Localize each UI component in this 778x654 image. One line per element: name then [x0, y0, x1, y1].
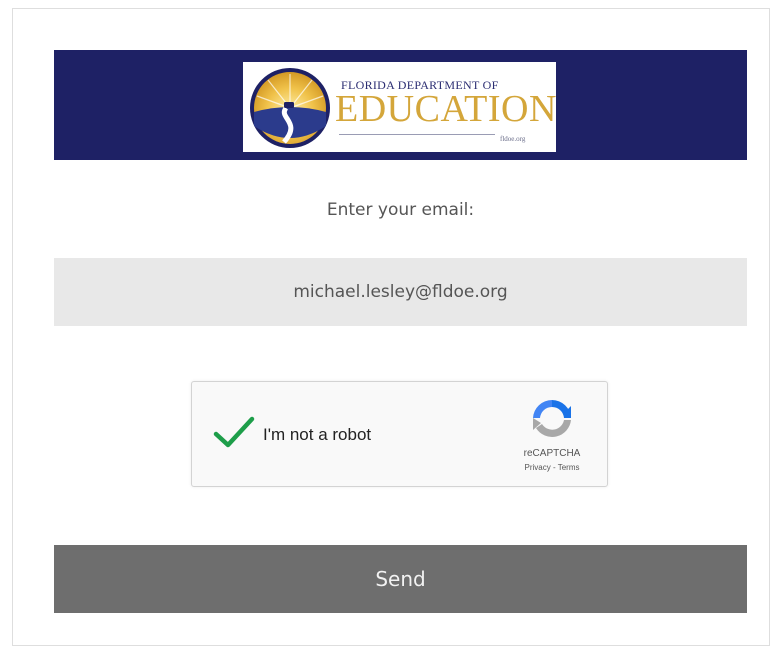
recaptcha-brand: reCAPTCHA	[523, 448, 581, 459]
recaptcha-terms-link[interactable]: Terms	[558, 463, 580, 472]
recaptcha-logo-icon	[533, 399, 571, 437]
recaptcha-privacy-link[interactable]: Privacy	[525, 463, 551, 472]
recaptcha-label: I'm not a robot	[263, 425, 372, 444]
fldoe-logo: FLORIDA DEPARTMENT OF EDUCATION fldoe.or…	[243, 62, 556, 152]
recaptcha-checkbox-checked-icon[interactable]	[212, 414, 256, 450]
recaptcha-link-separator: -	[550, 463, 558, 472]
send-button[interactable]: Send	[54, 545, 747, 613]
email-input[interactable]	[54, 258, 747, 326]
logo-url: fldoe.org	[500, 135, 526, 143]
recaptcha-links: Privacy - Terms	[510, 463, 594, 472]
florida-seal-icon	[250, 68, 330, 148]
logo-wordmark: EDUCATION	[335, 88, 557, 130]
recaptcha-widget: I'm not a robot reCAPTCHA Privacy - Term…	[191, 381, 608, 487]
email-prompt-label: Enter your email:	[326, 200, 475, 220]
logo-divider	[339, 134, 495, 135]
